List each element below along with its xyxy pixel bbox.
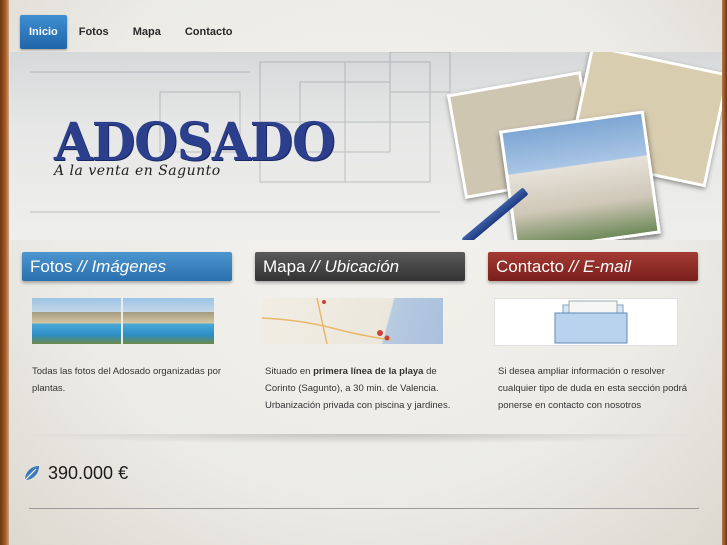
contacto-heading-italic: E-mail xyxy=(582,257,632,276)
fotos-heading[interactable]: Fotos // Imágenes xyxy=(22,252,232,281)
house-photo xyxy=(499,110,661,240)
map-thumbnail[interactable] xyxy=(255,297,465,345)
heading-separator: // xyxy=(568,257,579,276)
contacto-section: Contacto // E-mail Si desea ampliar info… xyxy=(488,252,698,414)
nav-inicio[interactable]: Inicio xyxy=(20,15,67,49)
heading-separator: // xyxy=(77,257,87,276)
main-nav: Inicio Fotos Mapa Contacto xyxy=(20,15,244,49)
heading-separator: // xyxy=(310,257,320,276)
nav-mapa[interactable]: Mapa xyxy=(121,15,173,49)
mapa-heading-label: Mapa xyxy=(263,257,306,276)
contact-thumbnail[interactable] xyxy=(488,298,698,346)
mapa-text-bold: primera línea de la playa xyxy=(313,366,424,377)
price-block: 390.000 € xyxy=(22,461,128,485)
contacto-heading-label: Contacto xyxy=(496,257,565,276)
leaf-icon xyxy=(24,466,39,481)
nav-contacto[interactable]: Contacto xyxy=(173,15,245,49)
contacto-heading[interactable]: Contacto // E-mail xyxy=(488,252,698,281)
nav-fotos[interactable]: Fotos xyxy=(67,15,121,49)
pool-photo-1[interactable] xyxy=(32,298,121,344)
fotos-heading-italic: Imágenes xyxy=(91,257,167,276)
footer-divider xyxy=(29,508,699,509)
fotos-thumbnails[interactable] xyxy=(22,298,232,344)
section-shadow xyxy=(15,434,705,444)
envelope-icon xyxy=(554,300,628,344)
fotos-description: Todas las fotos del Adosado organizadas … xyxy=(32,366,222,394)
site-tagline: A la venta en Sagunto xyxy=(54,163,221,179)
mapa-text-before: Situado en xyxy=(265,366,314,377)
mapa-heading[interactable]: Mapa // Ubicación xyxy=(255,252,465,281)
mapa-section: Mapa // Ubicación Situado en primera lín… xyxy=(255,252,465,414)
price-value: 390.000 € xyxy=(48,462,129,483)
contacto-description: Si desea ampliar información o resolver … xyxy=(498,366,688,411)
mapa-description: Situado en primera línea de la playa de … xyxy=(255,363,465,414)
fotos-section: Fotos // Imágenes Todas las fotos del Ad… xyxy=(22,252,232,397)
mapa-heading-italic: Ubicación xyxy=(324,257,400,276)
envelope-image[interactable] xyxy=(494,298,678,346)
map-roads xyxy=(261,297,393,345)
map-image[interactable] xyxy=(261,297,443,345)
pool-photo-2[interactable] xyxy=(123,298,214,344)
fotos-heading-label: Fotos xyxy=(30,257,73,276)
header-banner: ADOSADO A la venta en Sagunto xyxy=(10,52,722,240)
